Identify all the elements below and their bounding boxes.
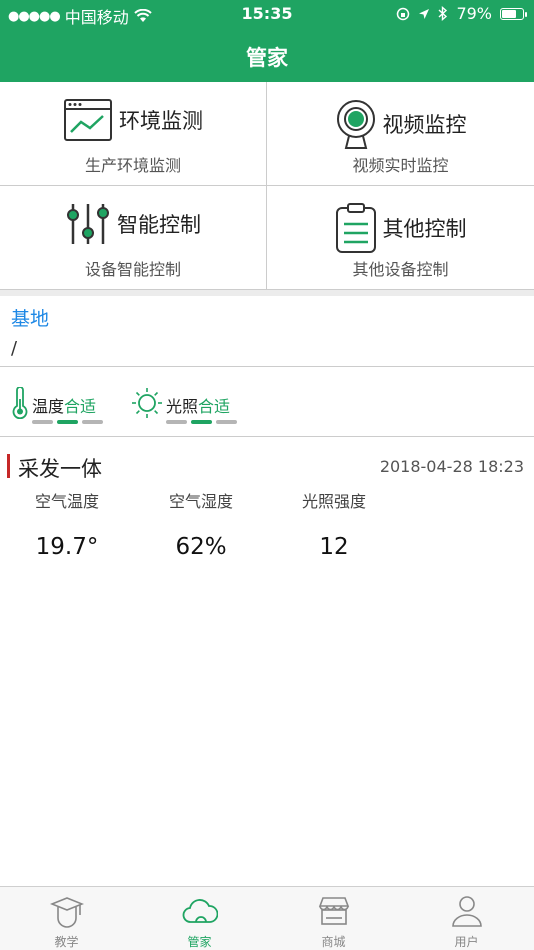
status-right: 79% [396,4,527,23]
bluetooth-icon [438,6,448,21]
metric-label: 光照强度 [301,492,366,511]
metric-light-intensity: 光照强度 12 [289,488,379,560]
page-title: 管家 [246,46,288,70]
monitor-chart-icon [63,98,113,142]
indicator-label: 光照 [166,397,199,416]
tile-title: 环境监测 [119,109,203,133]
level-bar [82,420,103,424]
tile-subtitle: 其他设备控制 [352,260,449,279]
indicator-status: 合适 [198,397,231,416]
metric-air-humidity: 空气湿度 62% [156,488,246,560]
metric-label: 空气湿度 [168,492,233,511]
smart-control-tile[interactable]: 智能控制 设备智能控制 [0,186,267,290]
tile-title: 其他控制 [382,217,467,241]
level-bar [57,420,78,424]
device-timestamp: 2018-04-28 18:23 [379,457,524,476]
tab-label: 用户 [454,935,479,949]
tab-label: 管家 [187,935,212,949]
level-bars [32,420,103,424]
battery-icon [500,7,527,20]
other-control-tile[interactable]: 其他控制 其他设备控制 [267,186,534,290]
video-monitor-tile[interactable]: 视频监控 视频实时监控 [267,82,534,186]
tab-store[interactable]: 商城 [267,887,400,950]
env-monitor-tile[interactable]: 环境监测 生产环境监测 [0,82,267,186]
level-bar [32,420,53,424]
tile-title: 智能控制 [117,213,201,237]
environment-status: 温度合适 光照合适 [0,367,534,437]
tab-steward[interactable]: 管家 [133,887,266,950]
tab-user[interactable]: 用户 [400,887,533,950]
metric-label: 空气温度 [34,492,99,511]
thermometer-icon [10,387,30,419]
metric-air-temperature: 空气温度 19.7° [22,488,112,560]
sun-icon [130,387,164,419]
sliders-icon [65,202,111,246]
base-section[interactable]: 基地 / [0,296,534,367]
metric-value: 12 [319,534,349,560]
status-bar: ●●●●● 中国移动 15:35 79% [0,0,534,28]
base-title[interactable]: 基地 [11,304,49,331]
battery-percent: 79% [456,4,492,23]
location-icon [418,8,430,20]
feature-grid: 环境监测 生产环境监测 视频监控 视频实时监控 智能控制 设备智能控制 其他控制… [0,82,534,290]
level-bar [166,420,187,424]
cloud-icon [182,894,218,928]
store-icon [317,894,351,928]
tab-teaching[interactable]: 教学 [0,887,133,950]
level-bar [216,420,237,424]
nav-bar: 管家 [0,28,534,82]
device-card[interactable]: 采发一体 2018-04-28 18:23 空气温度 19.7° 空气湿度 62… [0,438,534,568]
tile-subtitle: 视频实时监控 [352,156,449,175]
tile-title: 视频监控 [382,113,467,137]
orientation-lock-icon [396,7,410,21]
temperature-indicator: 温度合适 [10,387,103,424]
level-bars [166,420,237,424]
indicator-status: 合适 [64,397,97,416]
tile-subtitle: 生产环境监测 [84,156,181,175]
device-name: 采发一体 [18,457,102,481]
webcam-icon [335,98,377,150]
tile-subtitle: 设备智能控制 [84,260,181,279]
indicator-label: 温度 [32,397,65,416]
user-icon [450,894,484,928]
base-path: / [11,338,18,359]
tab-label: 商城 [321,935,346,949]
metric-value: 19.7° [35,534,99,560]
metric-value: 62% [175,534,227,560]
tab-bar: 教学 管家 商城 用户 [0,886,534,950]
light-indicator: 光照合适 [130,387,237,424]
device-accent-bar [7,454,10,478]
level-bar [191,420,212,424]
graduation-cap-icon [49,894,84,928]
tab-label: 教学 [54,935,79,949]
clipboard-icon [335,202,377,254]
